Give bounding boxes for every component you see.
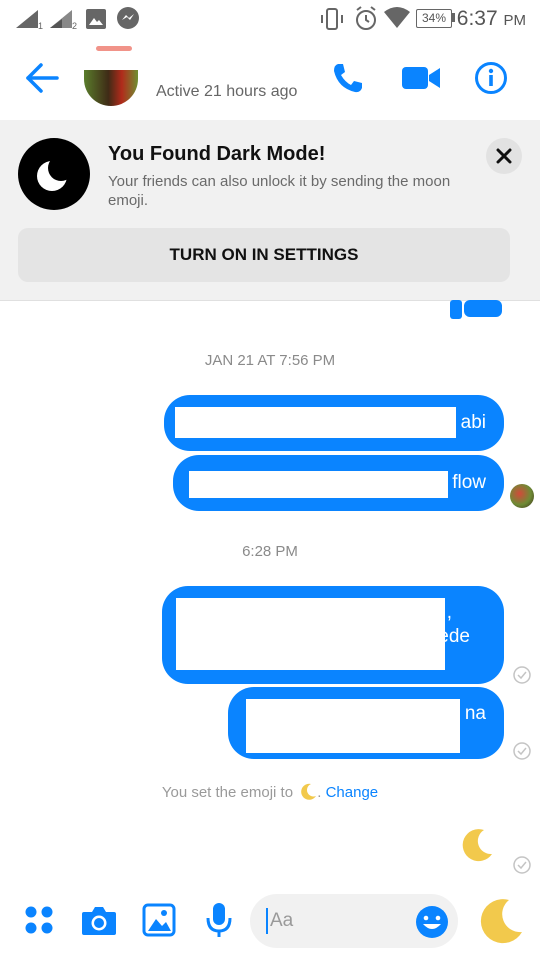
clock-time: 6:37 — [456, 7, 498, 30]
message-4-text: na — [464, 703, 486, 724]
timestamp-jan21: JAN 21 AT 7:56 PM — [204, 352, 336, 369]
banner-close-button[interactable] — [486, 138, 522, 174]
redacted-block — [176, 598, 445, 670]
gallery-notification-icon — [86, 9, 106, 29]
emoji-picker-icon[interactable] — [414, 904, 450, 940]
message-3-text-line2: ede — [438, 626, 470, 647]
signal-sim1-icon: 1 — [16, 10, 43, 30]
clock-ampm: PM — [503, 12, 527, 29]
alarm-icon — [356, 6, 376, 30]
svg-text:2: 2 — [72, 21, 77, 30]
status-bar: 1 2 34% 6:37 PM — [0, 0, 540, 40]
sent-moon-emoji-icon — [462, 829, 492, 862]
redacted-block — [246, 699, 460, 753]
thumbs-up-partial-icon — [450, 300, 502, 319]
text-caret — [266, 908, 268, 934]
info-icon[interactable] — [474, 61, 508, 95]
microphone-icon[interactable] — [205, 901, 233, 939]
message-1-text: abi — [460, 412, 486, 433]
message-input-placeholder: Aa — [270, 910, 294, 931]
signal-sim2-icon: 2 — [50, 10, 77, 30]
emoji-note-text: You set the emoji to — [161, 784, 294, 801]
crescent-moon-icon — [301, 783, 317, 800]
sent-check-icon — [513, 666, 531, 684]
gallery-icon[interactable] — [142, 903, 176, 937]
message-bubble-1[interactable]: abi — [164, 395, 504, 451]
banner-title: You Found Dark Mode! — [108, 143, 326, 165]
video-call-icon[interactable] — [400, 62, 442, 94]
svg-text:1: 1 — [38, 21, 43, 30]
message-bubble-4[interactable]: na — [228, 687, 504, 759]
moon-quick-emoji-icon[interactable] — [476, 896, 526, 946]
more-apps-icon[interactable] — [24, 905, 54, 935]
moon-icon — [37, 155, 74, 191]
turn-on-in-settings-button[interactable]: TURN ON IN SETTINGS — [18, 228, 510, 282]
emoji-change-notice: You set the emoji to . Change — [161, 783, 379, 801]
message-3-text-line1: , — [446, 602, 452, 623]
dark-mode-moon-badge — [18, 138, 90, 210]
message-bubble-3[interactable]: , ede — [162, 586, 504, 684]
avatar-top-edge — [96, 46, 132, 51]
message-2-text: flow — [452, 472, 486, 493]
read-receipt-avatar — [510, 484, 534, 508]
battery-tip — [452, 13, 455, 22]
timestamp-628pm: 6:28 PM — [242, 543, 298, 560]
wifi-icon — [384, 7, 410, 28]
message-bubble-2[interactable]: flow — [173, 455, 504, 511]
camera-icon[interactable] — [80, 903, 118, 937]
sent-check-icon — [513, 856, 531, 874]
voice-call-icon[interactable] — [330, 60, 366, 96]
close-icon — [496, 148, 512, 164]
back-arrow-icon[interactable] — [24, 60, 60, 96]
banner-subtitle: Your friends can also unlock it by sendi… — [108, 173, 451, 209]
redacted-block — [175, 407, 456, 438]
messenger-notification-icon — [117, 7, 139, 29]
vibrate-icon — [321, 8, 343, 30]
sent-check-icon — [513, 742, 531, 760]
change-emoji-link[interactable]: Change — [326, 784, 379, 801]
clock: 6:37 PM — [457, 7, 526, 31]
battery-level: 34% — [421, 11, 447, 25]
battery-indicator: 34% — [416, 9, 452, 28]
conversation-header — [0, 40, 540, 120]
active-status: Active 21 hours ago — [156, 83, 298, 100]
redacted-block — [189, 471, 448, 498]
